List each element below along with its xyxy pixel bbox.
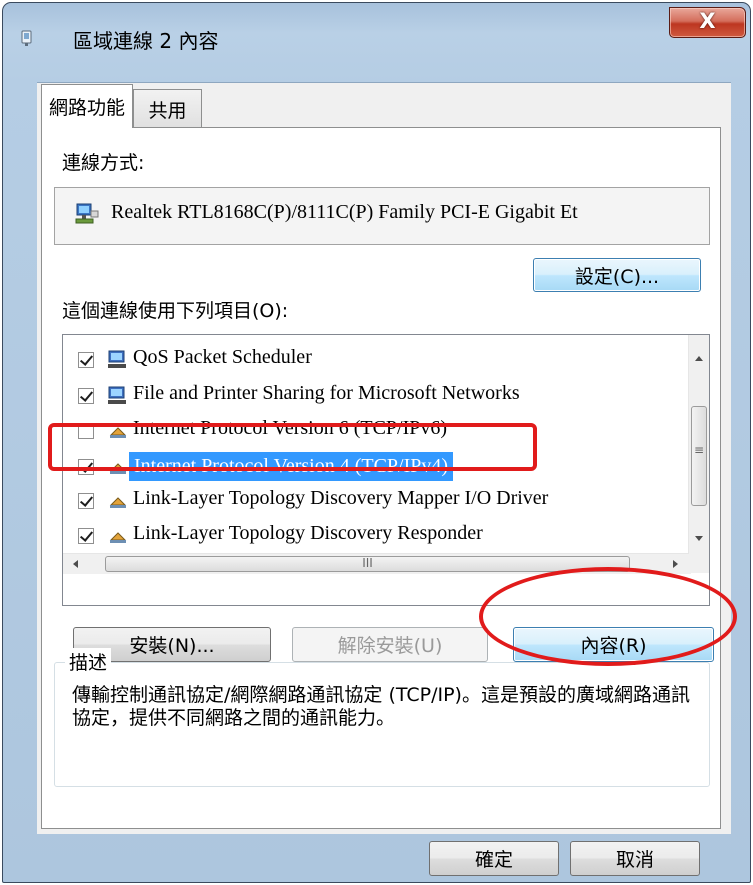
checkbox[interactable] (78, 493, 94, 509)
network-connection-icon (21, 30, 32, 46)
adapter-name: Realtek RTL8168C(P)/8111C(P) Family PCI-… (111, 201, 578, 223)
checkbox[interactable] (78, 352, 94, 368)
list-item[interactable]: Internet Protocol Version 6 (TCP/IPv6) (63, 413, 668, 449)
tab-networking[interactable]: 網路功能 (41, 84, 133, 128)
window-title: 區域連線 2 內容 (73, 29, 219, 53)
dialog-client-area: 網路功能 共用 連線方式: Realtek RTL8168C(P)/8111C(… (37, 82, 731, 834)
list-item[interactable]: QoS Packet Scheduler (63, 342, 668, 378)
item-label: Link-Layer Topology Discovery Responder (133, 522, 483, 544)
protocol-icon (109, 497, 127, 508)
network-service-icon (108, 386, 126, 404)
item-label: Link-Layer Topology Discovery Mapper I/O… (133, 487, 549, 509)
list-item[interactable]: File and Printer Sharing for Microsoft N… (63, 378, 668, 414)
properties-window: 區域連線 2 內容 X 網路功能 共用 連線方式: Realtek RTL816… (2, 2, 751, 883)
vscroll-grip: ≡ (693, 443, 705, 457)
components-list[interactable]: QoS Packet Scheduler File and Printer Sh… (62, 334, 710, 606)
horizontal-scroll-thumb[interactable]: III (105, 556, 630, 572)
checkbox[interactable] (78, 388, 94, 404)
list-item-selected[interactable]: Internet Protocol Version 4 (TCP/IPv4) (63, 449, 668, 485)
properties-button[interactable]: 內容(R) (513, 627, 714, 662)
hscroll-grip: III (362, 556, 373, 570)
scroll-right-icon[interactable] (673, 560, 678, 568)
checkbox[interactable] (78, 459, 94, 475)
item-label: QoS Packet Scheduler (133, 346, 312, 368)
scrollbar-corner (689, 553, 709, 573)
item-label: Internet Protocol Version 6 (TCP/IPv6) (133, 417, 448, 439)
list-item[interactable]: Link-Layer Topology Discovery Mapper I/O… (63, 483, 668, 519)
close-icon: X (699, 9, 716, 33)
protocol-icon (109, 532, 127, 543)
horizontal-scrollbar[interactable]: III (63, 553, 691, 574)
items-list-label: 這個連線使用下列項目(O): (62, 300, 289, 322)
protocol-icon (109, 463, 127, 474)
checkbox[interactable] (78, 528, 94, 544)
uninstall-button[interactable]: 解除安裝(U) (292, 627, 488, 662)
list-item[interactable]: Link-Layer Topology Discovery Responder (63, 518, 668, 554)
description-title: 描述 (65, 648, 112, 675)
tab-sharing[interactable]: 共用 (133, 89, 202, 128)
network-service-icon (108, 350, 126, 368)
adapter-field: Realtek RTL8168C(P)/8111C(P) Family PCI-… (54, 187, 710, 245)
scroll-left-icon[interactable] (73, 560, 78, 568)
scroll-down-icon[interactable] (695, 536, 703, 541)
vertical-scrollbar[interactable]: ≡ (688, 335, 709, 553)
networking-panel: 連線方式: Realtek RTL8168C(P)/8111C(P) Famil… (41, 127, 721, 829)
close-button[interactable]: X (669, 7, 746, 38)
description-text: 傳輸控制通訊協定/網際網路通訊協定 (TCP/IP)。這是預設的廣域網路通訊協定… (72, 684, 690, 729)
scroll-up-icon[interactable] (695, 356, 703, 361)
configure-button[interactable]: 設定(C)... (533, 258, 701, 292)
item-label: Internet Protocol Version 4 (TCP/IPv4) (129, 452, 454, 481)
title-bar[interactable]: 區域連線 2 內容 X (3, 3, 750, 69)
item-label: File and Printer Sharing for Microsoft N… (133, 382, 520, 404)
protocol-icon (109, 427, 127, 438)
checkbox[interactable] (78, 423, 94, 439)
ok-button[interactable]: 確定 (429, 841, 559, 876)
vertical-scroll-thumb[interactable]: ≡ (691, 406, 707, 506)
connect-using-label: 連線方式: (62, 152, 145, 174)
network-adapter-icon (75, 203, 99, 224)
cancel-button[interactable]: 取消 (570, 841, 700, 876)
